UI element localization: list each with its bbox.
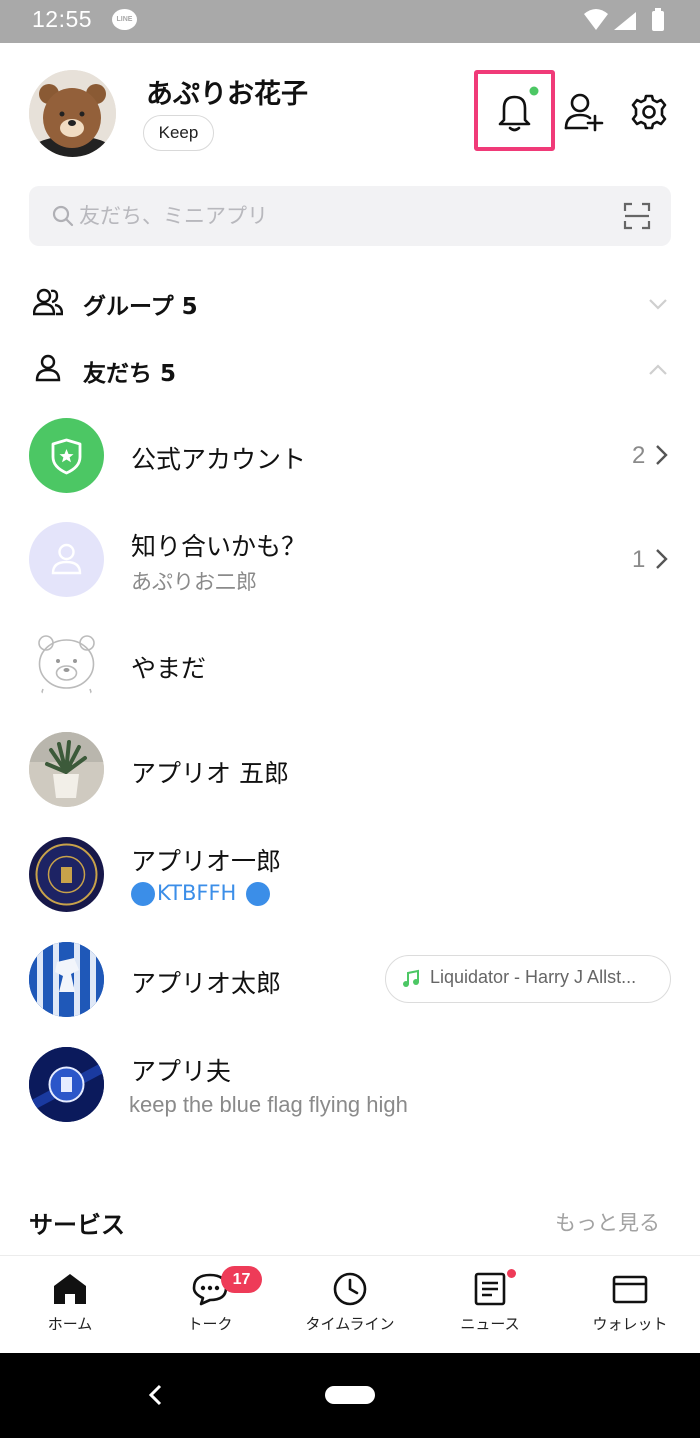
services-section-title: サービス <box>29 1211 125 1239</box>
list-item-name: アプリオ 五郎 <box>131 759 289 788</box>
clock-icon <box>333 1272 367 1306</box>
notifications-button[interactable] <box>474 70 555 151</box>
add-friend-icon <box>564 93 604 132</box>
news-notification-dot <box>507 1269 516 1278</box>
home-icon <box>54 1274 86 1304</box>
blue-dot-icon <box>246 882 270 906</box>
chevron-up-icon[interactable] <box>648 364 668 376</box>
list-item-name: アプリ夫 <box>131 1057 232 1086</box>
list-item-suggestions[interactable] <box>0 514 700 606</box>
home-pill-button[interactable] <box>325 1386 375 1404</box>
list-item-name: 知り合いかも？ <box>131 532 307 561</box>
back-icon[interactable] <box>147 1384 163 1406</box>
suggestion-avatar <box>29 522 104 597</box>
tab-timeline[interactable]: タイムライン <box>280 1256 420 1354</box>
chevron-down-icon[interactable] <box>648 298 668 310</box>
now-playing-text: Liquidator - Harry J Allst... <box>430 967 637 987</box>
list-item-name: アプリオ一郎 <box>131 847 282 876</box>
line-notification-icon: LINE <box>112 9 137 30</box>
friend-avatar <box>29 732 104 807</box>
tab-home-label: ホーム <box>47 1315 93 1333</box>
tab-news[interactable]: ニュース <box>420 1256 560 1354</box>
lion-crest-icon <box>29 942 104 1017</box>
tab-home[interactable]: ホーム <box>0 1256 140 1354</box>
status-time: 12:55 <box>32 6 93 32</box>
blue-dot-icon <box>131 882 159 906</box>
status-bar: 12:55 LINE <box>0 0 700 43</box>
chevron-right-icon <box>656 445 668 465</box>
android-navigation-bar <box>0 1353 700 1438</box>
settings-icon <box>631 94 667 130</box>
chevron-right-icon <box>656 549 668 569</box>
news-icon <box>474 1272 506 1306</box>
friends-icon <box>35 354 61 386</box>
person-placeholder-icon <box>51 543 82 575</box>
tab-talk-label: トーク <box>187 1315 233 1333</box>
list-item-subtitle: keep the blue flag flying high <box>129 1092 408 1117</box>
football-crest-icon <box>35 843 98 906</box>
profile-name[interactable]: あぷりお花子 <box>146 72 308 111</box>
bell-icon <box>498 86 539 132</box>
search-input[interactable] <box>79 186 619 246</box>
friend-avatar <box>29 837 104 912</box>
official-account-avatar <box>29 418 104 493</box>
wallet-icon <box>612 1275 648 1304</box>
list-item-subtitle: あぷりお二郎 <box>131 570 257 594</box>
friend-avatar <box>29 942 104 1017</box>
tab-news-label: ニュース <box>460 1315 520 1333</box>
list-item-subtitle: KTBFFH <box>157 881 237 905</box>
add-friend-button[interactable] <box>563 92 605 132</box>
list-item-name: やまだ <box>131 654 207 683</box>
plant-photo-icon <box>29 732 104 807</box>
list-item-count: 2 <box>632 442 646 469</box>
list-item-name: アプリオ太郎 <box>131 969 282 998</box>
list-item-friend[interactable] <box>0 724 700 816</box>
music-note-icon <box>403 969 419 987</box>
qr-scan-icon[interactable] <box>623 202 651 230</box>
list-item-friend[interactable] <box>0 829 700 921</box>
talk-unread-badge: 17 <box>221 1266 262 1293</box>
list-item-friend[interactable] <box>0 619 700 711</box>
list-item-name: 公式アカウント <box>131 445 307 474</box>
groups-section-header[interactable]: グループ 5 <box>83 287 198 321</box>
club-badge-icon <box>29 1047 104 1122</box>
settings-button[interactable] <box>631 94 667 130</box>
search-icon <box>52 205 74 227</box>
bear-avatar-icon <box>38 635 95 700</box>
list-item-official-accounts[interactable] <box>0 410 700 502</box>
friend-avatar <box>29 627 104 702</box>
search-bar[interactable] <box>29 186 671 246</box>
keep-button[interactable]: Keep <box>143 115 214 151</box>
groups-icon <box>32 288 64 320</box>
services-more-link[interactable]: もっと見る <box>555 1207 660 1237</box>
friends-section-header[interactable]: 友だち 5 <box>83 354 176 388</box>
tab-timeline-label: タイムライン <box>305 1315 395 1333</box>
tab-wallet-label: ウォレット <box>592 1315 668 1333</box>
list-item-count: 1 <box>632 546 646 573</box>
profile-avatar[interactable] <box>29 70 116 157</box>
friend-avatar <box>29 1047 104 1122</box>
tab-wallet[interactable]: ウォレット <box>560 1256 700 1354</box>
now-playing-chip[interactable]: Liquidator - Harry J Allst... <box>385 955 671 1003</box>
bottom-navigation: ホーム トーク タイムライン ニュース ウォレット <box>0 1255 700 1354</box>
shield-star-icon <box>51 438 82 475</box>
system-status-icons <box>584 8 664 31</box>
